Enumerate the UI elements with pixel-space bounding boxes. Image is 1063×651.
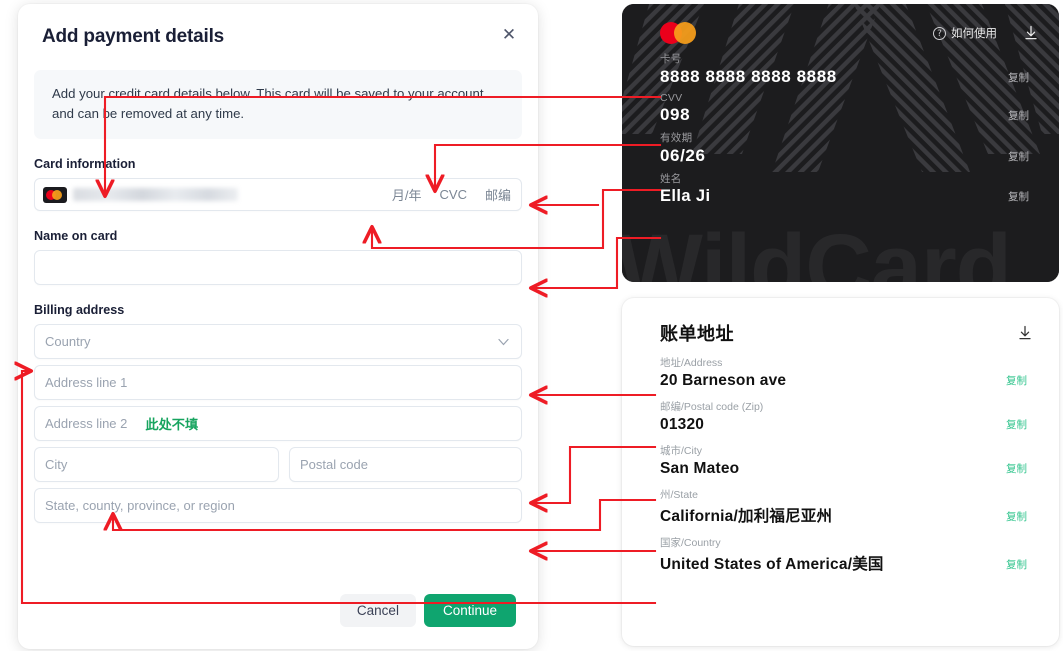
- name-on-card-label: Name on card: [34, 229, 118, 243]
- billing-row-value: San Mateo: [660, 460, 740, 477]
- info-banner: Add your credit card details below. This…: [34, 70, 522, 139]
- address-line-1-input[interactable]: Address line 1: [34, 365, 522, 400]
- card-field-label: 有效期: [660, 132, 693, 144]
- city-placeholder: City: [45, 457, 68, 472]
- billing-row-country: 国家/Country United States of America/美国 复…: [660, 535, 1039, 574]
- card-field-cvv: CVV 098 复制: [660, 92, 1039, 125]
- copy-button[interactable]: 复制: [1006, 373, 1027, 388]
- billing-row-city: 城市/City San Mateo 复制: [660, 443, 1039, 478]
- card-information-group: 月/年 CVC 邮编: [34, 178, 522, 211]
- screen: Add payment details ✕ Add your credit ca…: [0, 0, 1063, 651]
- chevron-down-icon: [498, 338, 509, 345]
- billing-row-value: United States of America/美国: [660, 556, 884, 573]
- country-select[interactable]: Country: [34, 324, 522, 359]
- virtual-card-actions: ? 如何使用: [933, 25, 1039, 41]
- name-on-card-group: [34, 250, 522, 285]
- download-icon[interactable]: [1023, 25, 1039, 41]
- billing-address-label: Billing address: [34, 303, 125, 317]
- billing-address-panel: 账单地址 地址/Address 20 Barneson ave 复制 邮编/Po…: [622, 298, 1059, 646]
- card-field-name: 姓名 Ella Ji 复制: [660, 171, 1039, 206]
- mastercard-icon: [43, 186, 67, 203]
- virtual-card-header: ? 如何使用: [660, 20, 1039, 46]
- state-placeholder: State, county, province, or region: [45, 498, 235, 513]
- question-circle-icon: ?: [933, 26, 946, 40]
- virtual-card: WildCard ? 如何使用 卡号 8888 8888: [622, 4, 1059, 282]
- billing-row-address: 地址/Address 20 Barneson ave 复制: [660, 355, 1039, 390]
- card-number-masked-value: [73, 188, 238, 201]
- card-field-label: 卡号: [660, 53, 682, 65]
- card-number-input[interactable]: 月/年 CVC 邮编: [34, 178, 522, 211]
- billing-row-value: 01320: [660, 416, 705, 433]
- how-to-use-label: 如何使用: [951, 28, 997, 40]
- copy-button[interactable]: 复制: [1006, 557, 1027, 572]
- billing-row-state: 州/State California/加利福尼亚州 复制: [660, 487, 1039, 526]
- name-on-card-input[interactable]: [34, 250, 522, 285]
- card-field-label: CVV: [660, 92, 683, 104]
- how-to-use-button[interactable]: ? 如何使用: [933, 25, 997, 41]
- virtual-card-content: ? 如何使用 卡号 8888 8888 8888 8888 复制 CVV 098…: [622, 4, 1059, 206]
- copy-button[interactable]: 复制: [1006, 461, 1027, 476]
- billing-panel-title: 账单地址: [660, 324, 734, 344]
- continue-button[interactable]: Continue: [423, 594, 516, 627]
- modal-header: Add payment details ✕: [18, 4, 538, 60]
- copy-button[interactable]: 复制: [1006, 509, 1027, 524]
- card-field-number: 卡号 8888 8888 8888 8888 复制: [660, 51, 1039, 87]
- card-field-value: 06/26: [660, 146, 706, 165]
- copy-button[interactable]: 复制: [1008, 108, 1029, 123]
- copy-button[interactable]: 复制: [1006, 417, 1027, 432]
- country-placeholder: Country: [45, 334, 91, 349]
- card-meta-placeholders: 月/年 CVC 邮编: [392, 185, 511, 204]
- cancel-button[interactable]: Cancel: [339, 594, 416, 627]
- expiry-input[interactable]: 月/年: [392, 185, 422, 204]
- billing-panel-header: 账单地址: [660, 320, 1039, 346]
- card-field-value: Ella Ji: [660, 187, 711, 205]
- modal-footer: Cancel Continue: [18, 594, 538, 627]
- state-input[interactable]: State, county, province, or region: [34, 488, 522, 523]
- card-field-value: 8888 8888 8888 8888: [660, 67, 837, 86]
- add-payment-modal: Add payment details ✕ Add your credit ca…: [18, 4, 538, 649]
- billing-row-label: 城市/City: [660, 445, 702, 457]
- billing-row-value: 20 Barneson ave: [660, 372, 787, 389]
- copy-button[interactable]: 复制: [1008, 70, 1029, 85]
- billing-row-value: California/加利福尼亚州: [660, 508, 833, 525]
- address-line-2-input[interactable]: Address line 2 此处不填: [34, 406, 522, 441]
- copy-button[interactable]: 复制: [1008, 189, 1029, 204]
- billing-row-label: 州/State: [660, 489, 698, 501]
- card-field-expiry: 有效期 06/26 复制: [660, 130, 1039, 166]
- cvc-input[interactable]: CVC: [440, 187, 467, 202]
- download-icon[interactable]: [1017, 325, 1033, 341]
- billing-row-label: 国家/Country: [660, 537, 721, 549]
- mastercard-icon: [660, 20, 702, 46]
- address-line-2-placeholder: Address line 2: [45, 416, 128, 431]
- card-field-label: 姓名: [660, 173, 682, 185]
- copy-button[interactable]: 复制: [1008, 149, 1029, 164]
- zip-input[interactable]: 邮编: [485, 185, 511, 204]
- card-information-label: Card information: [34, 157, 136, 171]
- address-line-2-note: 此处不填: [145, 417, 199, 432]
- billing-row-label: 邮编/Postal code (Zip): [660, 401, 764, 413]
- page-title: Add payment details: [42, 26, 225, 47]
- billing-address-group: Country Address line 1 Address line 2 此处…: [34, 324, 522, 523]
- city-postal-row: City Postal code: [34, 447, 522, 482]
- postal-code-input[interactable]: Postal code: [289, 447, 522, 482]
- postal-code-placeholder: Postal code: [300, 457, 368, 472]
- city-input[interactable]: City: [34, 447, 279, 482]
- billing-row-postal: 邮编/Postal code (Zip) 01320 复制: [660, 399, 1039, 434]
- card-field-value: 098: [660, 105, 691, 124]
- billing-row-label: 地址/Address: [660, 357, 723, 369]
- close-icon[interactable]: ✕: [498, 24, 520, 46]
- address-line-1-placeholder: Address line 1: [45, 375, 128, 390]
